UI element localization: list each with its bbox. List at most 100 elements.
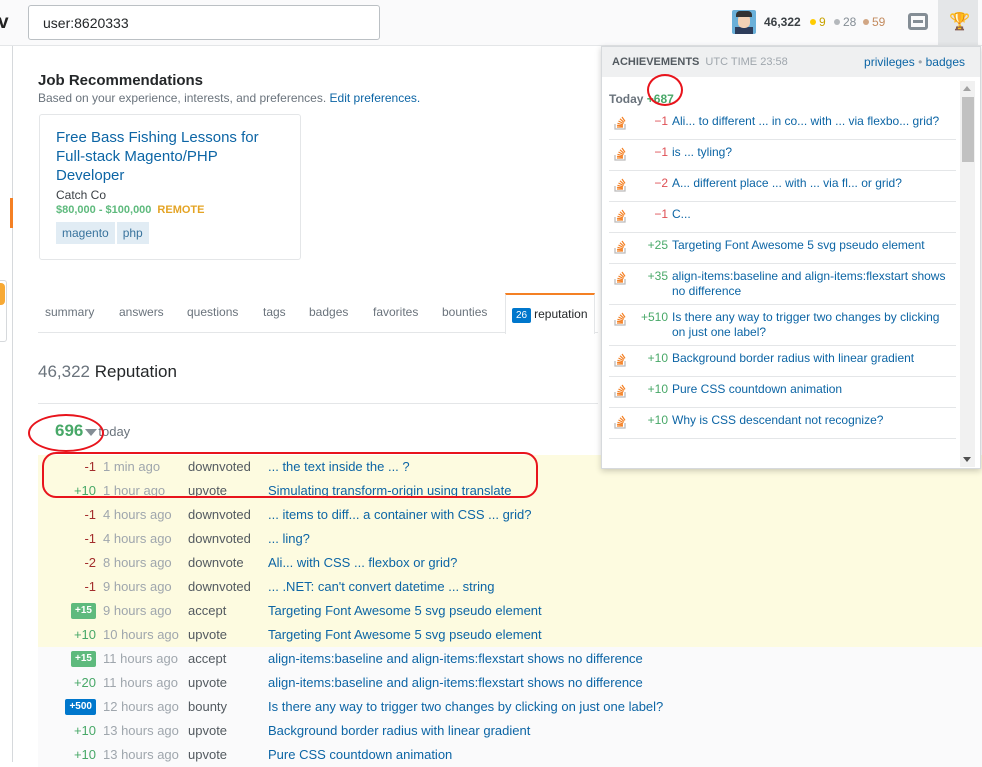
scrollbar[interactable] [960, 81, 975, 467]
tab-reputation[interactable]: 26 reputation [505, 293, 595, 334]
rep-amount: -1 [84, 531, 96, 546]
rep-time: 13 hours ago [103, 723, 179, 738]
rep-amount: +500 [65, 699, 96, 715]
rep-amount: -1 [84, 579, 96, 594]
achievement-item[interactable]: +25 Targeting Font Awesome 5 svg pseudo … [609, 233, 956, 264]
reputation-history: -1 1 min ago downvoted ... the text insi… [38, 455, 982, 767]
rep-type: downvoted [188, 507, 251, 522]
stackoverflow-icon [614, 240, 626, 254]
achievement-title[interactable]: C... [672, 207, 691, 221]
table-row: -1 4 hours ago downvoted ... ling? [38, 527, 982, 551]
annotation-circle [42, 452, 538, 498]
table-row: +10 13 hours ago upvote Pure CSS countdo… [38, 743, 982, 767]
post-link[interactable]: Pure CSS countdown animation [268, 743, 452, 767]
achievement-item[interactable]: +10 Background border radius with linear… [609, 346, 956, 377]
achievements-title: ACHIEVEMENTS [612, 56, 700, 68]
rep-time: 13 hours ago [103, 747, 179, 762]
rep-type: downvote [188, 555, 244, 570]
rep-time: 4 hours ago [103, 507, 172, 522]
avatar[interactable] [732, 10, 756, 34]
privileges-link[interactable]: privileges [864, 55, 915, 69]
achievement-item[interactable]: +510 Is there any way to trigger two cha… [609, 305, 956, 346]
achievement-title[interactable]: align-items:baseline and align-items:fle… [672, 269, 945, 298]
header-reputation[interactable]: 46,322 [764, 15, 801, 29]
bronze-badge-icon [863, 19, 869, 25]
tab-favorites[interactable]: favorites [373, 305, 418, 319]
achievement-item[interactable]: −1 C... [609, 202, 956, 233]
achievement-item[interactable]: −1 is ... tyling? [609, 140, 956, 171]
today-label: Today [609, 92, 644, 106]
achievement-item[interactable]: +10 Pure CSS countdown animation [609, 377, 956, 408]
tab-summary[interactable]: summary [45, 305, 94, 319]
achievement-title[interactable]: Targeting Font Awesome 5 svg pseudo elem… [672, 238, 925, 252]
tab-bounties[interactable]: bounties [442, 305, 487, 319]
post-link[interactable]: ... .NET: can't convert datetime ... str… [268, 575, 494, 599]
job-title-link[interactable]: Free Bass Fishing Lessons for Full-stack… [56, 128, 281, 185]
table-row: +15 11 hours ago accept align-items:base… [38, 647, 982, 671]
table-row: +10 10 hours ago upvote Targeting Font A… [38, 623, 982, 647]
stackoverflow-icon [614, 415, 626, 429]
stackoverflow-icon [614, 312, 626, 326]
achievement-title[interactable]: Background border radius with linear gra… [672, 351, 914, 365]
sidebar-active-indicator [10, 198, 13, 228]
achievement-item[interactable]: +10 Why is CSS descendant not recognize? [609, 408, 956, 439]
scroll-up-icon[interactable] [963, 86, 971, 91]
achievement-title[interactable]: Ali... to different ... in co... with ..… [672, 114, 939, 128]
job-salary: $80,000 - $100,000 REMOTE [56, 204, 284, 216]
tab-badges[interactable]: badges [309, 305, 348, 319]
table-row: +500 12 hours ago bounty Is there any wa… [38, 695, 982, 719]
rep-type: accept [188, 603, 227, 618]
post-link[interactable]: Targeting Font Awesome 5 svg pseudo elem… [268, 623, 542, 647]
rep-amount: -2 [84, 555, 96, 570]
achievement-title[interactable]: is ... tyling? [672, 145, 732, 159]
rep-type: upvote [188, 747, 228, 762]
stackoverflow-icon [614, 147, 626, 161]
post-link[interactable]: align-items:baseline and align-items:fle… [268, 671, 643, 695]
achievement-amount: −1 [654, 207, 668, 221]
achievement-item[interactable]: +35 align-items:baseline and align-items… [609, 264, 956, 305]
achievement-title[interactable]: A... different place ... with ... via fl… [672, 176, 902, 190]
rep-type: bounty [188, 699, 228, 714]
tag-php[interactable]: php [116, 222, 149, 244]
rep-amount: +10 [73, 747, 96, 762]
profile-tabs: summary answers questions tags badges fa… [38, 293, 598, 334]
tab-answers[interactable]: answers [119, 305, 164, 319]
badges-link[interactable]: badges [926, 55, 965, 69]
search-input[interactable] [28, 5, 380, 40]
post-link[interactable]: Is there any way to trigger two changes … [268, 695, 663, 719]
achievements-button[interactable]: 🏆 [938, 0, 978, 46]
tag-magento[interactable]: magento [56, 222, 115, 244]
table-row: -2 8 hours ago downvote Ali... with CSS … [38, 551, 982, 575]
subtitle-text: Based on your experience, interests, and… [38, 91, 327, 105]
post-link[interactable]: Ali... with CSS ... flexbox or grid? [268, 551, 457, 575]
rep-amount: +10 [73, 723, 96, 738]
scroll-down-icon[interactable] [963, 457, 971, 462]
post-link[interactable]: ... items to diff... a container with CS… [268, 503, 532, 527]
post-link[interactable]: align-items:baseline and align-items:fle… [268, 647, 643, 671]
stackoverflow-icon [614, 353, 626, 367]
achievement-item[interactable]: −1 Ali... to different ... in co... with… [609, 109, 956, 140]
reputation-heading: 46,322 Reputation [38, 362, 177, 382]
rep-type: accept [188, 651, 227, 666]
achievement-item[interactable]: −2 A... different place ... with ... via… [609, 171, 956, 202]
edit-preferences-link[interactable]: Edit preferences. [330, 91, 421, 105]
silver-count: 28 [843, 15, 857, 29]
stackoverflow-icon [614, 209, 626, 223]
rep-time: 9 hours ago [103, 579, 172, 594]
achievement-amount: −1 [654, 114, 668, 128]
achievement-title[interactable]: Why is CSS descendant not recognize? [672, 413, 883, 427]
achievement-title[interactable]: Pure CSS countdown animation [672, 382, 842, 396]
post-link[interactable]: Background border radius with linear gra… [268, 719, 530, 743]
rep-time: 8 hours ago [103, 555, 172, 570]
utc-time: UTC TIME 23:58 [705, 56, 788, 68]
inbox-icon[interactable] [908, 13, 928, 30]
bronze-count: 59 [872, 15, 886, 29]
post-link[interactable]: ... ling? [268, 527, 310, 551]
post-link[interactable]: Targeting Font Awesome 5 svg pseudo elem… [268, 599, 542, 623]
site-logo[interactable]: v [0, 12, 9, 34]
scroll-thumb[interactable] [962, 97, 974, 162]
tab-tags[interactable]: tags [263, 305, 286, 319]
rep-time: 11 hours ago [103, 651, 178, 666]
achievement-title[interactable]: Is there any way to trigger two changes … [672, 310, 939, 339]
tab-questions[interactable]: questions [187, 305, 238, 319]
